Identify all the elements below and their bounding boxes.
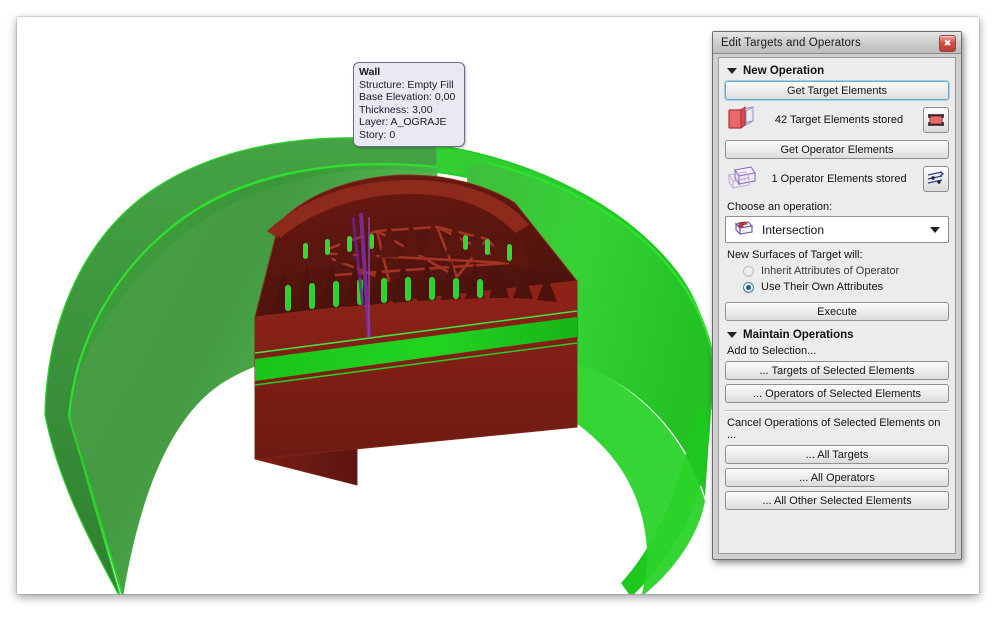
get-target-elements-button[interactable]: Get Target Elements xyxy=(725,81,949,100)
edit-targets-and-operators-palette: Edit Targets and Operators ✖ New Operati… xyxy=(712,31,962,560)
palette-titlebar[interactable]: Edit Targets and Operators ✖ xyxy=(713,32,961,54)
element-info-tooltip: Wall Structure: Empty Fill Base Elevatio… xyxy=(353,62,465,147)
radio-icon-inherit xyxy=(743,266,754,277)
chevron-down-icon xyxy=(930,227,940,233)
operation-selected-value: Intersection xyxy=(762,223,824,237)
execute-button[interactable]: Execute xyxy=(725,302,949,321)
section-maintain-operations-label: Maintain Operations xyxy=(743,329,854,341)
section-divider xyxy=(725,410,949,412)
radio-own-label: Use Their Own Attributes xyxy=(761,281,883,293)
close-glyph: ✖ xyxy=(944,39,952,48)
get-operator-elements-button[interactable]: Get Operator Elements xyxy=(725,140,949,159)
show-operators-icon[interactable] xyxy=(923,166,949,192)
chevron-down-icon xyxy=(727,332,737,338)
choose-operation-label: Choose an operation: xyxy=(727,201,949,213)
tooltip-base-elevation: Base Elevation: 0,00 xyxy=(359,91,459,104)
all-other-selected-elements-button[interactable]: ... All Other Selected Elements xyxy=(725,491,949,510)
section-maintain-operations[interactable]: Maintain Operations xyxy=(727,329,949,341)
new-surfaces-label: New Surfaces of Target will: xyxy=(727,249,949,261)
screenshot-root: Wall Structure: Empty Fill Base Elevatio… xyxy=(0,0,998,617)
intersection-icon xyxy=(730,218,756,241)
operators-of-selected-elements-button[interactable]: ... Operators of Selected Elements xyxy=(725,384,949,403)
tooltip-structure: Structure: Empty Fill xyxy=(359,79,459,92)
section-new-operation[interactable]: New Operation xyxy=(727,65,949,77)
operator-elements-stored-row: 1 Operator Elements stored xyxy=(725,163,949,195)
cancel-operations-label: Cancel Operations of Selected Elements o… xyxy=(727,417,949,441)
show-targets-icon[interactable] xyxy=(923,107,949,133)
operator-wire-icon xyxy=(725,164,759,195)
section-new-operation-label: New Operation xyxy=(743,65,824,77)
radio-inherit-label: Inherit Attributes of Operator xyxy=(761,265,899,277)
radio-inherit-attributes[interactable]: Inherit Attributes of Operator xyxy=(743,265,949,277)
target-elements-stored-label: 42 Target Elements stored xyxy=(759,114,923,126)
add-to-selection-label: Add to Selection... xyxy=(727,345,949,357)
target-elements-stored-row: 42 Target Elements stored xyxy=(725,104,949,136)
operator-elements-stored-label: 1 Operator Elements stored xyxy=(759,173,923,185)
targets-of-selected-elements-button[interactable]: ... Targets of Selected Elements xyxy=(725,361,949,380)
chevron-down-icon xyxy=(727,68,737,74)
radio-icon-own xyxy=(743,282,754,293)
tooltip-layer: Layer: A_OGRAJE xyxy=(359,116,459,129)
palette-title: Edit Targets and Operators xyxy=(721,37,861,49)
all-operators-button[interactable]: ... All Operators xyxy=(725,468,949,487)
tooltip-thickness: Thickness: 3,00 xyxy=(359,104,459,117)
close-icon[interactable]: ✖ xyxy=(939,35,956,52)
palette-body: New Operation Get Target Elements 42 T xyxy=(718,57,956,554)
tooltip-title: Wall xyxy=(359,66,459,79)
operation-select[interactable]: Intersection xyxy=(725,216,949,243)
target-solid-icon xyxy=(725,105,759,136)
radio-use-own-attributes[interactable]: Use Their Own Attributes xyxy=(743,281,949,293)
application-window: Wall Structure: Empty Fill Base Elevatio… xyxy=(17,17,979,594)
tooltip-story: Story: 0 xyxy=(359,129,459,142)
all-targets-button[interactable]: ... All Targets xyxy=(725,445,949,464)
